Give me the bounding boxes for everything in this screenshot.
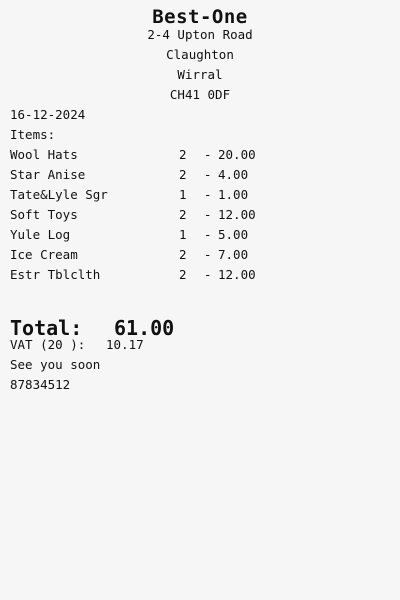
item-row: Ice Cream 2 - 7.00 [10,247,270,267]
item-qty: 1 [179,187,187,202]
store-name: Best-One [152,6,248,28]
item-row: Wool Hats 2 - 20.00 [10,147,270,167]
item-qty: 2 [179,207,187,222]
item-qty: 2 [179,267,187,282]
item-name: Wool Hats [10,147,78,162]
address-line-4: CH41 0DF [169,87,231,102]
item-separator: - [204,147,212,162]
item-row: Tate&Lyle Sgr 1 - 1.00 [10,187,270,207]
item-price: 7.00 [218,247,249,262]
item-price: 4.00 [218,167,249,182]
item-price: 5.00 [218,227,249,242]
item-separator: - [204,267,212,282]
item-price: 12.00 [218,207,256,222]
item-separator: - [204,207,212,222]
item-price: 1.00 [218,187,249,202]
vat-value: 10.17 [106,337,144,352]
item-price: 12.00 [218,267,256,282]
item-row: Soft Toys 2 - 12.00 [10,207,270,227]
item-name: Soft Toys [10,207,78,222]
address-line-3: Wirral [177,67,223,82]
item-qty: 2 [179,147,187,162]
item-name: Estr Tblclth [10,267,101,282]
item-qty: 2 [179,167,187,182]
item-qty: 1 [179,227,187,242]
item-separator: - [204,227,212,242]
item-separator: - [204,187,212,202]
address-line-1: 2-4 Upton Road [147,27,253,42]
item-separator: - [204,247,212,262]
receipt-number: 87834512 [10,377,71,392]
items-label: Items: [10,127,56,142]
footer-message: See you soon [10,357,101,372]
item-row: Estr Tblclth 2 - 12.00 [10,267,270,287]
item-name: Tate&Lyle Sgr [10,187,108,202]
item-separator: - [204,167,212,182]
item-name: Star Anise [10,167,86,182]
item-name: Ice Cream [10,247,78,262]
item-row: Star Anise 2 - 4.00 [10,167,270,187]
item-price: 20.00 [218,147,256,162]
address-line-2: Claughton [166,47,234,62]
vat-label: VAT (20 ): [10,337,86,352]
item-name: Yule Log [10,227,71,242]
receipt: Best-One 2-4 Upton Road Claughton Wirral… [0,0,400,600]
item-row: Yule Log 1 - 5.00 [10,227,270,247]
receipt-date: 16-12-2024 [10,107,86,122]
item-qty: 2 [179,247,187,262]
